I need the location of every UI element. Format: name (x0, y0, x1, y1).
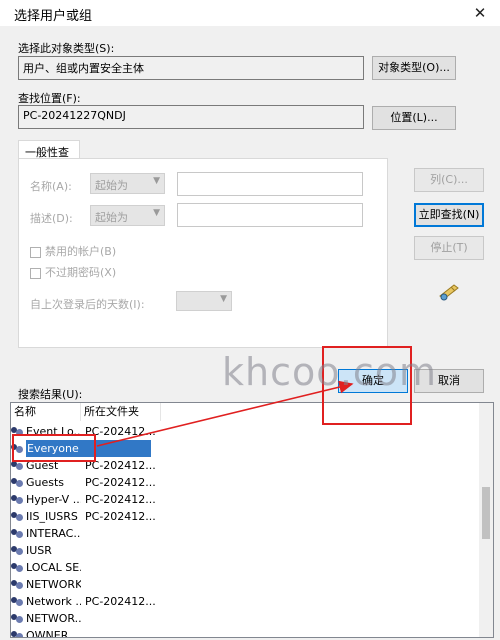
watermark: khcoo.com (222, 350, 438, 394)
annotation-arrow (96, 380, 354, 447)
